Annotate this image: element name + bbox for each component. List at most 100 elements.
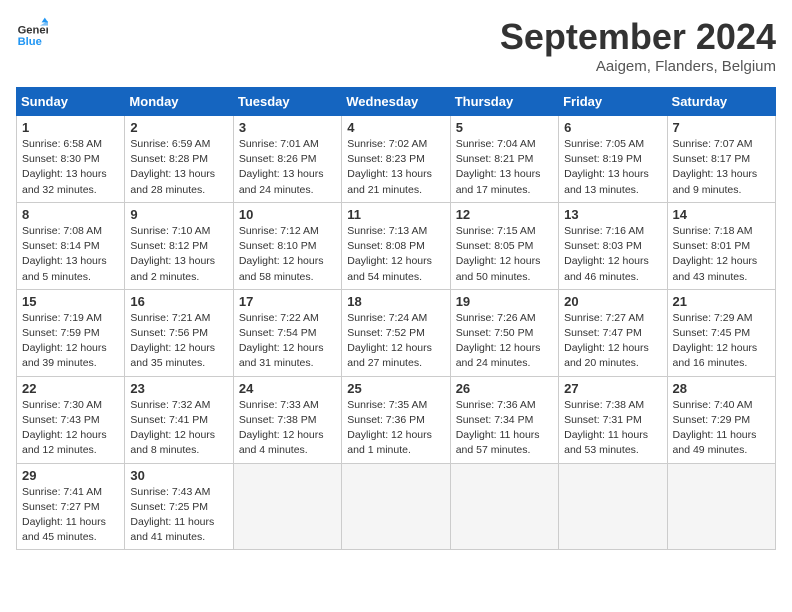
day-number: 23 <box>130 381 227 396</box>
header-saturday: Saturday <box>667 88 775 116</box>
day-number: 10 <box>239 207 336 222</box>
day-number: 5 <box>456 120 553 135</box>
day-cell-23: 23 Sunrise: 7:32 AMSunset: 7:41 PMDayligh… <box>125 376 233 463</box>
day-cell-22: 22Sunrise: 7:30 AMSunset: 7:43 PMDayligh… <box>17 376 125 463</box>
day-cell-27: 27Sunrise: 7:38 AMSunset: 7:31 PMDayligh… <box>559 376 667 463</box>
logo-icon: General Blue <box>16 16 48 48</box>
day-number: 14 <box>673 207 770 222</box>
day-number: 29 <box>22 468 119 483</box>
day-cell-26: 26 Sunrise: 7:36 AMSunset: 7:34 PMDayligh… <box>450 376 558 463</box>
location: Aaigem, Flanders, Belgium <box>500 58 776 75</box>
title-area: September 2024 Aaigem, Flanders, Belgium <box>500 16 776 75</box>
day-number: 30 <box>130 468 227 483</box>
empty-cell-4-6 <box>667 463 775 550</box>
day-info: Sunrise: 7:24 AMSunset: 7:52 PMDaylight:… <box>347 312 432 370</box>
day-info: Sunrise: 7:33 AMSunset: 7:38 PMDaylight:… <box>239 399 324 457</box>
month-title: September 2024 <box>500 16 776 58</box>
week-row-4: 22Sunrise: 7:30 AMSunset: 7:43 PMDayligh… <box>17 376 776 463</box>
header-friday: Friday <box>559 88 667 116</box>
day-number: 13 <box>564 207 661 222</box>
day-cell-5: 5 Sunrise: 7:04 AMSunset: 8:21 PMDaylight… <box>450 116 558 203</box>
day-cell-10: 10Sunrise: 7:12 AMSunset: 8:10 PMDayligh… <box>233 202 341 289</box>
day-info: Sunrise: 7:22 AMSunset: 7:54 PMDaylight:… <box>239 312 324 370</box>
day-cell-18: 18 Sunrise: 7:24 AMSunset: 7:52 PMDayligh… <box>342 289 450 376</box>
day-cell-2: 2 Sunrise: 6:59 AMSunset: 8:28 PMDaylight… <box>125 116 233 203</box>
day-info: Sunrise: 7:15 AMSunset: 8:05 PMDaylight:… <box>456 225 541 283</box>
header-wednesday: Wednesday <box>342 88 450 116</box>
day-info: Sunrise: 7:38 AMSunset: 7:31 PMDaylight:… <box>564 399 648 457</box>
day-cell-4: 4 Sunrise: 7:02 AMSunset: 8:23 PMDaylight… <box>342 116 450 203</box>
day-number: 6 <box>564 120 661 135</box>
day-cell-15: 15 Sunrise: 7:19 AMSunset: 7:59 PMDayligh… <box>17 289 125 376</box>
day-info: Sunrise: 7:13 AMSunset: 8:08 PMDaylight:… <box>347 225 432 283</box>
page-header: General Blue September 2024 Aaigem, Flan… <box>16 16 776 75</box>
day-cell-12: 12Sunrise: 7:15 AMSunset: 8:05 PMDayligh… <box>450 202 558 289</box>
day-number: 15 <box>22 294 119 309</box>
day-info: Sunrise: 7:27 AMSunset: 7:47 PMDaylight:… <box>564 312 649 370</box>
day-number: 7 <box>673 120 770 135</box>
day-number: 28 <box>673 381 770 396</box>
day-cell-17: 17 Sunrise: 7:22 AMSunset: 7:54 PMDayligh… <box>233 289 341 376</box>
day-number: 2 <box>130 120 227 135</box>
day-number: 16 <box>130 294 227 309</box>
day-number: 17 <box>239 294 336 309</box>
day-cell-21: 21 Sunrise: 7:29 AMSunset: 7:45 PMDayligh… <box>667 289 775 376</box>
day-cell-11: 11 Sunrise: 7:13 AMSunset: 8:08 PMDayligh… <box>342 202 450 289</box>
day-info: Sunrise: 7:30 AMSunset: 7:43 PMDaylight:… <box>22 399 107 457</box>
empty-cell-4-2 <box>233 463 341 550</box>
week-row-1: 1 Sunrise: 6:58 AMSunset: 8:30 PMDaylight… <box>17 116 776 203</box>
day-info: Sunrise: 7:04 AMSunset: 8:21 PMDaylight:… <box>456 138 541 196</box>
day-number: 11 <box>347 207 444 222</box>
day-info: Sunrise: 7:07 AMSunset: 8:17 PMDaylight:… <box>673 138 758 196</box>
week-row-3: 15 Sunrise: 7:19 AMSunset: 7:59 PMDayligh… <box>17 289 776 376</box>
day-info: Sunrise: 7:32 AMSunset: 7:41 PMDaylight:… <box>130 399 215 457</box>
day-number: 26 <box>456 381 553 396</box>
day-info: Sunrise: 7:01 AMSunset: 8:26 PMDaylight:… <box>239 138 324 196</box>
calendar-table: Sunday Monday Tuesday Wednesday Thursday… <box>16 87 776 550</box>
header-monday: Monday <box>125 88 233 116</box>
day-info: Sunrise: 6:58 AMSunset: 8:30 PMDaylight:… <box>22 138 107 196</box>
day-number: 24 <box>239 381 336 396</box>
day-number: 9 <box>130 207 227 222</box>
day-info: Sunrise: 6:59 AMSunset: 8:28 PMDaylight:… <box>130 138 215 196</box>
day-cell-30: 30 Sunrise: 7:43 AMSunset: 7:25 PMDayligh… <box>125 463 233 550</box>
day-info: Sunrise: 7:41 AMSunset: 7:27 PMDaylight:… <box>22 486 106 544</box>
empty-cell-4-4 <box>450 463 558 550</box>
day-info: Sunrise: 7:02 AMSunset: 8:23 PMDaylight:… <box>347 138 432 196</box>
day-cell-9: 9 Sunrise: 7:10 AMSunset: 8:12 PMDaylight… <box>125 202 233 289</box>
svg-text:Blue: Blue <box>18 36 42 48</box>
day-number: 3 <box>239 120 336 135</box>
day-cell-14: 14 Sunrise: 7:18 AMSunset: 8:01 PMDayligh… <box>667 202 775 289</box>
day-cell-1: 1 Sunrise: 6:58 AMSunset: 8:30 PMDaylight… <box>17 116 125 203</box>
weekday-header-row: Sunday Monday Tuesday Wednesday Thursday… <box>17 88 776 116</box>
day-cell-3: 3 Sunrise: 7:01 AMSunset: 8:26 PMDaylight… <box>233 116 341 203</box>
week-row-5: 29 Sunrise: 7:41 AMSunset: 7:27 PMDayligh… <box>17 463 776 550</box>
day-number: 20 <box>564 294 661 309</box>
day-info: Sunrise: 7:36 AMSunset: 7:34 PMDaylight:… <box>456 399 540 457</box>
day-number: 21 <box>673 294 770 309</box>
day-info: Sunrise: 7:29 AMSunset: 7:45 PMDaylight:… <box>673 312 758 370</box>
day-info: Sunrise: 7:18 AMSunset: 8:01 PMDaylight:… <box>673 225 758 283</box>
day-number: 25 <box>347 381 444 396</box>
day-number: 18 <box>347 294 444 309</box>
day-cell-8: 8Sunrise: 7:08 AMSunset: 8:14 PMDaylight… <box>17 202 125 289</box>
header-tuesday: Tuesday <box>233 88 341 116</box>
day-cell-16: 16 Sunrise: 7:21 AMSunset: 7:56 PMDayligh… <box>125 289 233 376</box>
svg-text:General: General <box>18 25 48 37</box>
day-number: 1 <box>22 120 119 135</box>
day-cell-29: 29 Sunrise: 7:41 AMSunset: 7:27 PMDayligh… <box>17 463 125 550</box>
day-info: Sunrise: 7:43 AMSunset: 7:25 PMDaylight:… <box>130 486 214 544</box>
day-info: Sunrise: 7:35 AMSunset: 7:36 PMDaylight:… <box>347 399 432 457</box>
header-thursday: Thursday <box>450 88 558 116</box>
day-cell-19: 19Sunrise: 7:26 AMSunset: 7:50 PMDayligh… <box>450 289 558 376</box>
day-info: Sunrise: 7:40 AMSunset: 7:29 PMDaylight:… <box>673 399 757 457</box>
day-cell-20: 20 Sunrise: 7:27 AMSunset: 7:47 PMDayligh… <box>559 289 667 376</box>
day-number: 4 <box>347 120 444 135</box>
day-cell-25: 25 Sunrise: 7:35 AMSunset: 7:36 PMDayligh… <box>342 376 450 463</box>
day-info: Sunrise: 7:21 AMSunset: 7:56 PMDaylight:… <box>130 312 215 370</box>
logo: General Blue <box>16 16 48 48</box>
day-info: Sunrise: 7:16 AMSunset: 8:03 PMDaylight:… <box>564 225 649 283</box>
day-info: Sunrise: 7:26 AMSunset: 7:50 PMDaylight:… <box>456 312 541 370</box>
day-info: Sunrise: 7:19 AMSunset: 7:59 PMDaylight:… <box>22 312 107 370</box>
day-info: Sunrise: 7:10 AMSunset: 8:12 PMDaylight:… <box>130 225 215 283</box>
